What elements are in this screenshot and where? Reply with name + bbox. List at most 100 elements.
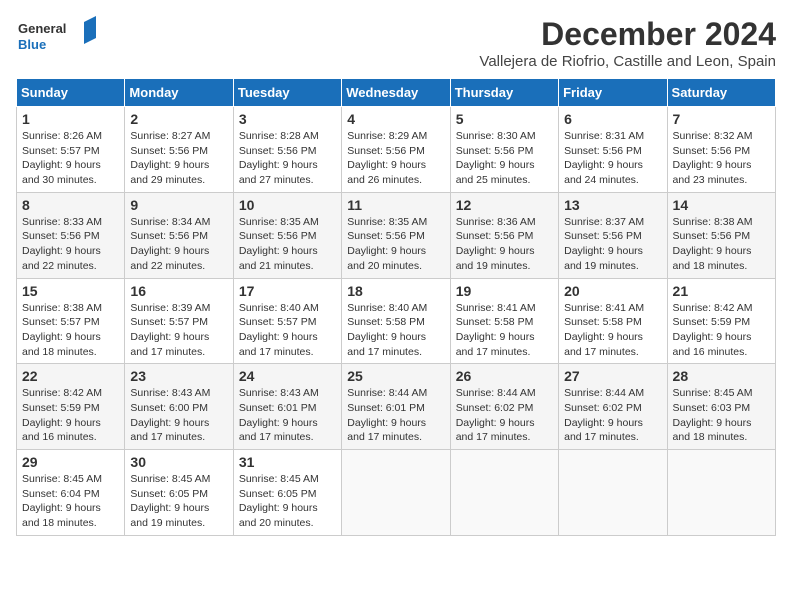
day-number: 24: [239, 368, 336, 384]
day-info: Sunrise: 8:45 AMSunset: 6:05 PMDaylight:…: [239, 472, 336, 531]
day-number: 30: [130, 454, 227, 470]
day-info: Sunrise: 8:28 AMSunset: 5:56 PMDaylight:…: [239, 129, 336, 188]
table-row: 1 Sunrise: 8:26 AMSunset: 5:57 PMDayligh…: [17, 107, 125, 193]
table-row: 15 Sunrise: 8:38 AMSunset: 5:57 PMDaylig…: [17, 278, 125, 364]
table-row: 19 Sunrise: 8:41 AMSunset: 5:58 PMDaylig…: [450, 278, 558, 364]
day-info: Sunrise: 8:45 AMSunset: 6:04 PMDaylight:…: [22, 472, 119, 531]
col-tuesday: Tuesday: [233, 79, 341, 107]
day-info: Sunrise: 8:38 AMSunset: 5:57 PMDaylight:…: [22, 301, 119, 360]
table-row: 29 Sunrise: 8:45 AMSunset: 6:04 PMDaylig…: [17, 450, 125, 536]
day-info: Sunrise: 8:29 AMSunset: 5:56 PMDaylight:…: [347, 129, 444, 188]
day-number: 12: [456, 197, 553, 213]
day-info: Sunrise: 8:41 AMSunset: 5:58 PMDaylight:…: [456, 301, 553, 360]
day-number: 3: [239, 111, 336, 127]
day-info: Sunrise: 8:34 AMSunset: 5:56 PMDaylight:…: [130, 215, 227, 274]
col-monday: Monday: [125, 79, 233, 107]
table-row: 22 Sunrise: 8:42 AMSunset: 5:59 PMDaylig…: [17, 364, 125, 450]
col-thursday: Thursday: [450, 79, 558, 107]
day-info: Sunrise: 8:43 AMSunset: 6:00 PMDaylight:…: [130, 386, 227, 445]
day-number: 25: [347, 368, 444, 384]
day-info: Sunrise: 8:38 AMSunset: 5:56 PMDaylight:…: [673, 215, 770, 274]
day-number: 4: [347, 111, 444, 127]
table-row: 25 Sunrise: 8:44 AMSunset: 6:01 PMDaylig…: [342, 364, 450, 450]
table-row: 31 Sunrise: 8:45 AMSunset: 6:05 PMDaylig…: [233, 450, 341, 536]
day-info: Sunrise: 8:43 AMSunset: 6:01 PMDaylight:…: [239, 386, 336, 445]
table-row: 26 Sunrise: 8:44 AMSunset: 6:02 PMDaylig…: [450, 364, 558, 450]
table-row: 17 Sunrise: 8:40 AMSunset: 5:57 PMDaylig…: [233, 278, 341, 364]
day-info: Sunrise: 8:40 AMSunset: 5:58 PMDaylight:…: [347, 301, 444, 360]
day-number: 2: [130, 111, 227, 127]
day-number: 21: [673, 283, 770, 299]
table-row: [342, 450, 450, 536]
table-row: 10 Sunrise: 8:35 AMSunset: 5:56 PMDaylig…: [233, 192, 341, 278]
day-number: 16: [130, 283, 227, 299]
table-row: 14 Sunrise: 8:38 AMSunset: 5:56 PMDaylig…: [667, 192, 775, 278]
day-number: 9: [130, 197, 227, 213]
table-row: 2 Sunrise: 8:27 AMSunset: 5:56 PMDayligh…: [125, 107, 233, 193]
page-header: General Blue December 2024 Vallejera de …: [16, 16, 776, 70]
day-info: Sunrise: 8:33 AMSunset: 5:56 PMDaylight:…: [22, 215, 119, 274]
table-row: 18 Sunrise: 8:40 AMSunset: 5:58 PMDaylig…: [342, 278, 450, 364]
table-row: 5 Sunrise: 8:30 AMSunset: 5:56 PMDayligh…: [450, 107, 558, 193]
table-row: 30 Sunrise: 8:45 AMSunset: 6:05 PMDaylig…: [125, 450, 233, 536]
day-info: Sunrise: 8:45 AMSunset: 6:03 PMDaylight:…: [673, 386, 770, 445]
logo: General Blue: [16, 16, 96, 56]
calendar-table: Sunday Monday Tuesday Wednesday Thursday…: [16, 78, 776, 536]
table-row: 16 Sunrise: 8:39 AMSunset: 5:57 PMDaylig…: [125, 278, 233, 364]
day-number: 23: [130, 368, 227, 384]
day-info: Sunrise: 8:44 AMSunset: 6:01 PMDaylight:…: [347, 386, 444, 445]
day-info: Sunrise: 8:30 AMSunset: 5:56 PMDaylight:…: [456, 129, 553, 188]
table-row: 23 Sunrise: 8:43 AMSunset: 6:00 PMDaylig…: [125, 364, 233, 450]
table-row: 28 Sunrise: 8:45 AMSunset: 6:03 PMDaylig…: [667, 364, 775, 450]
day-info: Sunrise: 8:35 AMSunset: 5:56 PMDaylight:…: [239, 215, 336, 274]
col-wednesday: Wednesday: [342, 79, 450, 107]
day-number: 13: [564, 197, 661, 213]
table-row: [667, 450, 775, 536]
table-row: 20 Sunrise: 8:41 AMSunset: 5:58 PMDaylig…: [559, 278, 667, 364]
day-number: 10: [239, 197, 336, 213]
day-number: 1: [22, 111, 119, 127]
day-info: Sunrise: 8:35 AMSunset: 5:56 PMDaylight:…: [347, 215, 444, 274]
day-info: Sunrise: 8:45 AMSunset: 6:05 PMDaylight:…: [130, 472, 227, 531]
day-info: Sunrise: 8:37 AMSunset: 5:56 PMDaylight:…: [564, 215, 661, 274]
day-number: 7: [673, 111, 770, 127]
day-number: 5: [456, 111, 553, 127]
day-number: 27: [564, 368, 661, 384]
day-number: 18: [347, 283, 444, 299]
day-info: Sunrise: 8:31 AMSunset: 5:56 PMDaylight:…: [564, 129, 661, 188]
day-info: Sunrise: 8:27 AMSunset: 5:56 PMDaylight:…: [130, 129, 227, 188]
day-info: Sunrise: 8:44 AMSunset: 6:02 PMDaylight:…: [564, 386, 661, 445]
table-row: [450, 450, 558, 536]
day-info: Sunrise: 8:41 AMSunset: 5:58 PMDaylight:…: [564, 301, 661, 360]
day-number: 19: [456, 283, 553, 299]
day-number: 15: [22, 283, 119, 299]
calendar-week-row: 8 Sunrise: 8:33 AMSunset: 5:56 PMDayligh…: [17, 192, 776, 278]
day-number: 20: [564, 283, 661, 299]
day-number: 6: [564, 111, 661, 127]
title-area: December 2024 Vallejera de Riofrio, Cast…: [479, 16, 776, 70]
table-row: 21 Sunrise: 8:42 AMSunset: 5:59 PMDaylig…: [667, 278, 775, 364]
col-sunday: Sunday: [17, 79, 125, 107]
day-number: 14: [673, 197, 770, 213]
table-row: 27 Sunrise: 8:44 AMSunset: 6:02 PMDaylig…: [559, 364, 667, 450]
table-row: 7 Sunrise: 8:32 AMSunset: 5:56 PMDayligh…: [667, 107, 775, 193]
day-info: Sunrise: 8:40 AMSunset: 5:57 PMDaylight:…: [239, 301, 336, 360]
general-blue-logo: General Blue: [16, 16, 96, 56]
calendar-title: December 2024: [479, 16, 776, 53]
day-info: Sunrise: 8:32 AMSunset: 5:56 PMDaylight:…: [673, 129, 770, 188]
table-row: 8 Sunrise: 8:33 AMSunset: 5:56 PMDayligh…: [17, 192, 125, 278]
day-info: Sunrise: 8:42 AMSunset: 5:59 PMDaylight:…: [22, 386, 119, 445]
day-number: 8: [22, 197, 119, 213]
calendar-week-row: 15 Sunrise: 8:38 AMSunset: 5:57 PMDaylig…: [17, 278, 776, 364]
calendar-week-row: 29 Sunrise: 8:45 AMSunset: 6:04 PMDaylig…: [17, 450, 776, 536]
table-row: 11 Sunrise: 8:35 AMSunset: 5:56 PMDaylig…: [342, 192, 450, 278]
table-row: 12 Sunrise: 8:36 AMSunset: 5:56 PMDaylig…: [450, 192, 558, 278]
calendar-week-row: 22 Sunrise: 8:42 AMSunset: 5:59 PMDaylig…: [17, 364, 776, 450]
table-row: [559, 450, 667, 536]
day-number: 26: [456, 368, 553, 384]
table-row: 9 Sunrise: 8:34 AMSunset: 5:56 PMDayligh…: [125, 192, 233, 278]
col-friday: Friday: [559, 79, 667, 107]
day-info: Sunrise: 8:39 AMSunset: 5:57 PMDaylight:…: [130, 301, 227, 360]
day-number: 28: [673, 368, 770, 384]
calendar-subtitle: Vallejera de Riofrio, Castille and Leon,…: [479, 53, 776, 70]
